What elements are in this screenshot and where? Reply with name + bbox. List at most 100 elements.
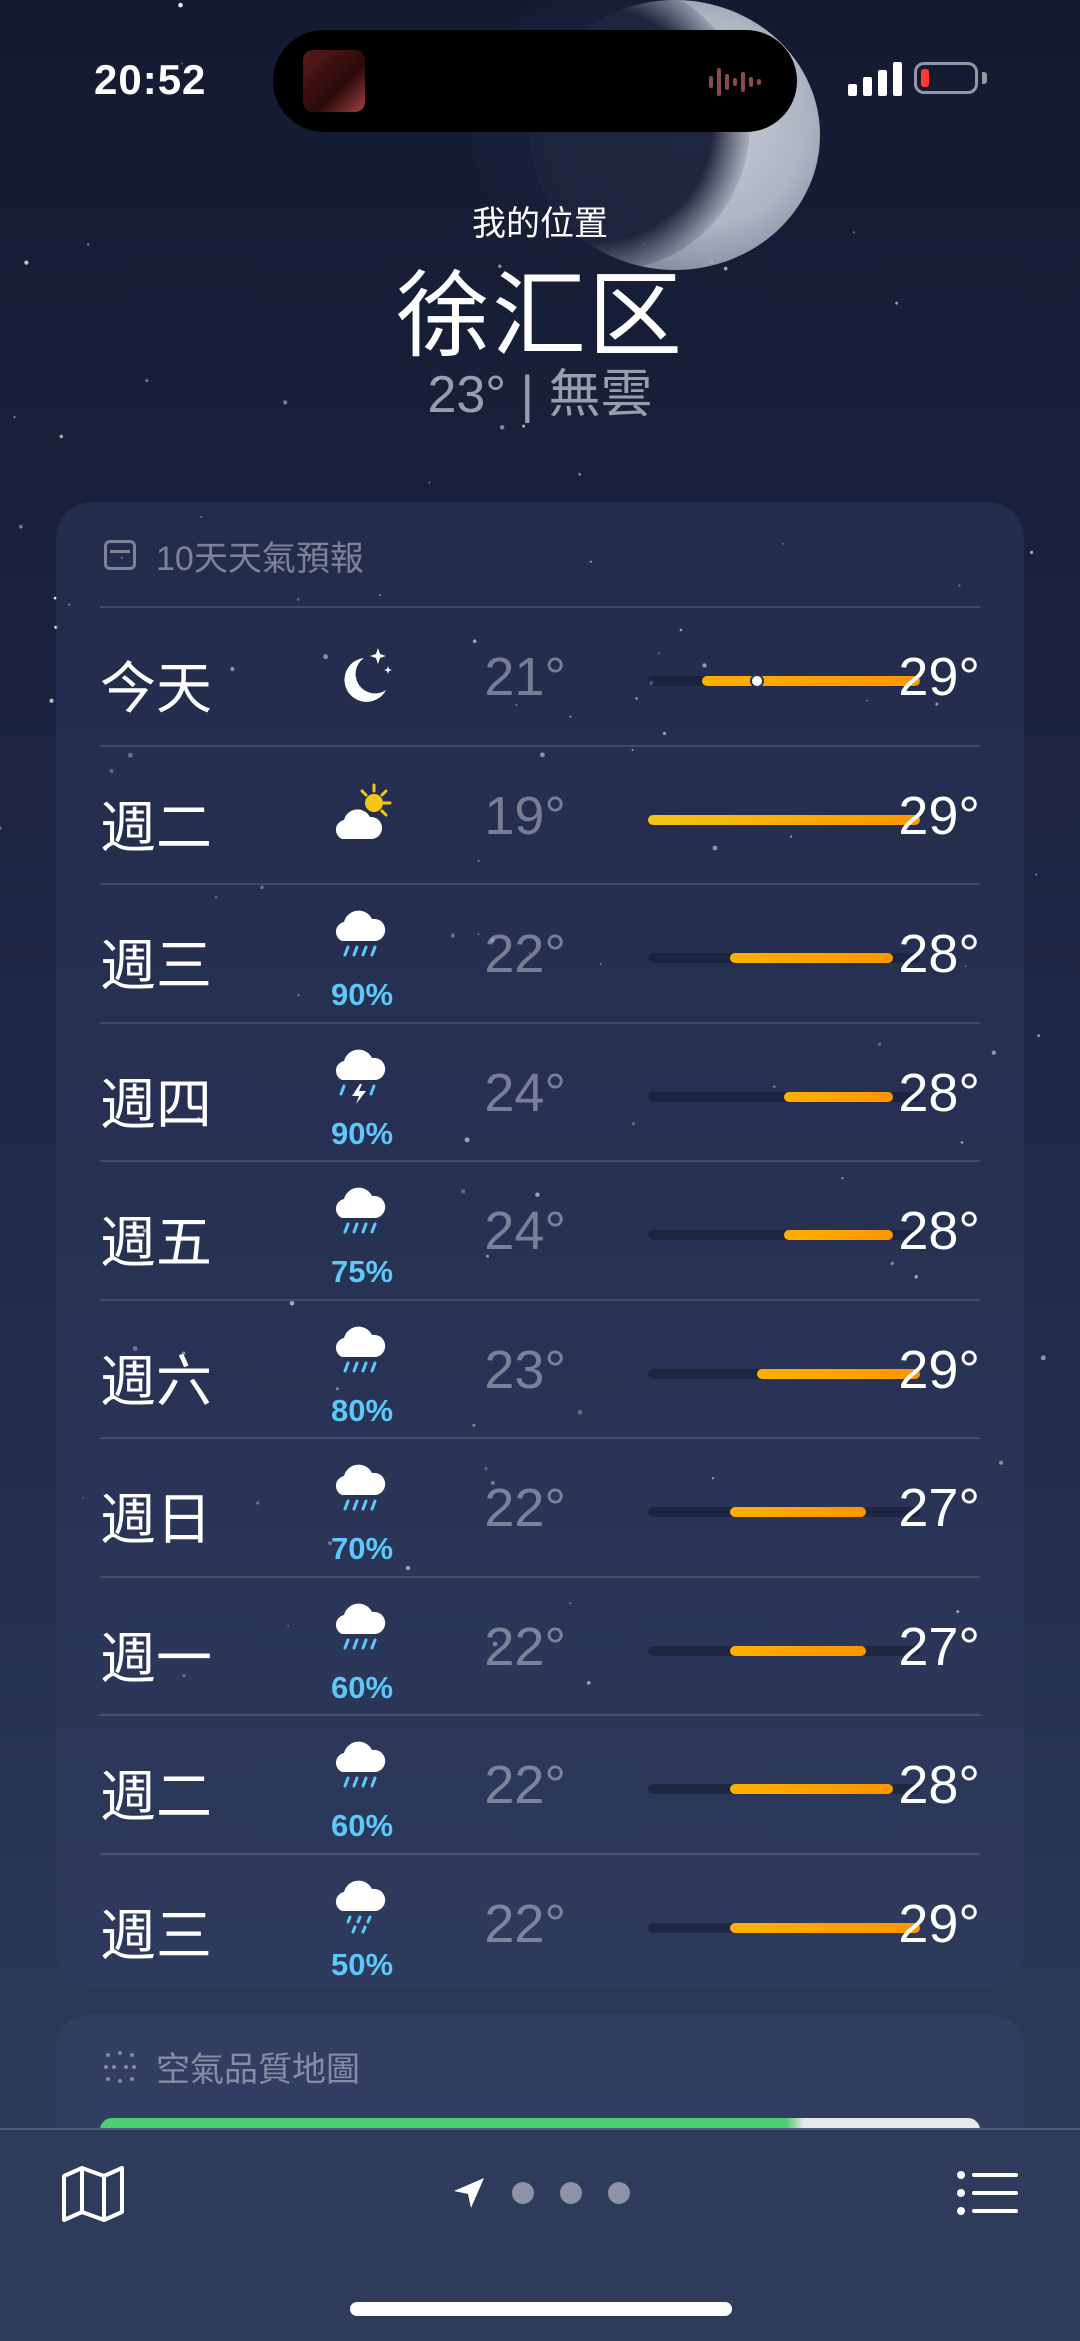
ten-day-forecast-card[interactable]: 10天天氣預報 今天 21° 29° 週二 19° 29° 週三 90% 22° 28° 週四 90%…: [56, 502, 1024, 1988]
rain-cloud-icon: [335, 1326, 386, 1372]
temp-range-track: [648, 1922, 920, 1933]
high-temp: 28°: [898, 1755, 980, 1815]
page-dot[interactable]: [512, 2182, 534, 2204]
signal-strength-icon: [848, 62, 902, 96]
low-temp: 23°: [484, 1339, 566, 1400]
map-icon[interactable]: [58, 2164, 128, 2224]
forecast-day: 今天: [100, 657, 212, 720]
air-quality-title: 空氣品質地圖: [156, 2051, 360, 2089]
forecast-day: 週二: [100, 795, 212, 859]
low-temp: 22°: [484, 924, 566, 984]
forecast-row[interactable]: 週二 19° 29°: [100, 744, 980, 886]
temp-range-track: [648, 1230, 920, 1240]
temp-range-track: [648, 674, 920, 688]
low-temp: 22°: [484, 1755, 566, 1815]
high-temp: 28°: [898, 1062, 980, 1123]
temp-range-track: [648, 1368, 920, 1379]
weather-icon-group: 90%: [310, 885, 410, 1024]
temp-range-bar: [729, 1784, 893, 1794]
high-temp: 28°: [898, 1201, 980, 1261]
low-temp: 22°: [484, 1616, 566, 1677]
forecast-day: 週六: [100, 1349, 212, 1413]
precip-chance: 90%: [330, 977, 394, 1012]
high-temp: 27°: [898, 1616, 980, 1677]
temp-range-bar: [784, 1091, 893, 1102]
forecast-day: 週四: [100, 1072, 212, 1136]
low-temp: 22°: [484, 1478, 566, 1538]
forecast-row[interactable]: 週三 90% 22° 28°: [100, 883, 980, 1022]
precip-chance: 60%: [330, 1808, 394, 1843]
partly-sunny-icon: [335, 783, 392, 839]
rain-cloud-icon: [335, 1741, 386, 1788]
weather-icon-group: 70%: [310, 1439, 410, 1578]
forecast-row[interactable]: 週二 60% 22° 28°: [100, 1714, 980, 1853]
temp-range-track: [648, 1507, 920, 1517]
page-indicator[interactable]: [452, 2176, 630, 2210]
temp-range-bar: [729, 953, 893, 963]
location-label: 我的位置: [472, 205, 608, 243]
forecast-row[interactable]: 週五 75% 24° 28°: [100, 1160, 980, 1299]
temp-range-bar: [756, 1368, 920, 1379]
location-arrow-icon[interactable]: [452, 2176, 486, 2210]
forecast-row[interactable]: 週六 80% 23° 29°: [100, 1298, 980, 1438]
high-temp: 29°: [898, 1893, 980, 1954]
temp-range-track: [648, 1645, 920, 1656]
now-playing-artwork[interactable]: [303, 50, 365, 112]
forecast-row[interactable]: 週一 60% 22° 27°: [100, 1575, 980, 1717]
forecast-card-header: 10天天氣預報: [104, 532, 364, 578]
high-temp: 29°: [898, 1339, 980, 1400]
weather-icon-group: 90%: [310, 1024, 410, 1163]
low-temp: 24°: [484, 1062, 566, 1123]
thunderstorm-icon: [335, 1049, 386, 1104]
battery-icon: [914, 62, 978, 94]
calendar-icon: [104, 540, 136, 570]
temp-range-bar: [648, 814, 920, 825]
precip-chance: 50%: [330, 1946, 394, 1982]
temp-range-track: [648, 953, 920, 963]
weather-icon-group: 75%: [310, 1162, 410, 1301]
rain-cloud-icon: [335, 910, 386, 957]
high-temp: 27°: [898, 1478, 980, 1538]
precip-chance: 80%: [330, 1392, 394, 1428]
weather-icon-group: 60%: [310, 1578, 410, 1717]
forecast-row[interactable]: 今天 21° 29°: [100, 606, 980, 745]
forecast-title: 10天天氣預報: [156, 539, 364, 578]
high-temp: 28°: [898, 924, 980, 984]
air-quality-dots-icon: [104, 2050, 136, 2083]
weather-icon-group: 60%: [310, 1716, 410, 1855]
rain-cloud-icon: [335, 1464, 386, 1511]
forecast-row[interactable]: 週三 50% 22° 29°: [100, 1852, 980, 1992]
current-summary: 23° | 無雲: [427, 366, 653, 424]
low-temp: 19°: [484, 785, 566, 846]
weather-icon-group: [310, 747, 410, 886]
high-temp: 29°: [898, 647, 980, 707]
precip-chance: 60%: [330, 1669, 394, 1705]
temp-range-bar: [729, 1922, 920, 1933]
forecast-day: 週二: [100, 1765, 212, 1828]
forecast-day: 週日: [100, 1488, 212, 1551]
temp-range-track: [648, 814, 920, 825]
precip-chance: 90%: [330, 1115, 394, 1151]
temp-range-bar: [784, 1230, 893, 1240]
forecast-day: 週三: [100, 934, 212, 997]
audio-waveform-icon: [709, 68, 761, 96]
air-quality-header: 空氣品質地圖: [100, 2042, 360, 2091]
forecast-row[interactable]: 週四 90% 24° 28°: [100, 1021, 980, 1163]
low-temp: 21°: [484, 647, 566, 707]
forecast-row[interactable]: 週日 70% 22° 27°: [100, 1437, 980, 1576]
precip-chance: 75%: [330, 1254, 394, 1289]
moon-stars-icon: [344, 648, 392, 702]
rain-cloud-icon: [335, 1603, 386, 1649]
page-dot[interactable]: [608, 2182, 630, 2204]
dynamic-island[interactable]: [273, 30, 797, 132]
temp-range-bar: [729, 1645, 866, 1656]
page-dot[interactable]: [560, 2182, 582, 2204]
status-time: 20:52: [94, 56, 207, 103]
home-indicator[interactable]: [350, 2302, 732, 2316]
high-temp: 29°: [898, 785, 980, 846]
weather-icon-group: [310, 608, 410, 747]
list-icon[interactable]: [956, 2170, 1020, 2216]
temp-range-bar: [702, 676, 920, 686]
low-temp: 22°: [484, 1893, 566, 1954]
precip-chance: 70%: [330, 1531, 394, 1566]
